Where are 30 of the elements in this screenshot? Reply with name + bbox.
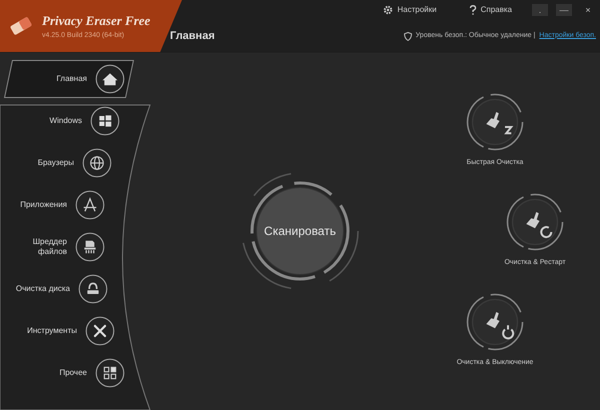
settings-icon <box>383 5 394 15</box>
sidebar-item[interactable]: Windows <box>4 102 120 140</box>
app-title: Privacy Eraser Free <box>42 12 150 30</box>
letter-a-icon <box>75 190 105 220</box>
globe-icon <box>82 148 112 178</box>
shield-icon <box>404 32 412 40</box>
broom-icon <box>465 92 525 152</box>
minimize-button[interactable]: — <box>556 4 572 16</box>
sidebar-item[interactable]: Инструменты <box>0 312 115 350</box>
grid-icon <box>95 358 125 388</box>
help-icon <box>468 5 477 15</box>
scan-button[interactable]: Сканировать <box>256 187 344 275</box>
help-button[interactable]: Справка <box>456 4 524 16</box>
page-title: Главная <box>170 28 215 44</box>
sidebar-item[interactable]: Приложения <box>0 186 105 224</box>
sidebar-item[interactable]: Браузеры <box>0 144 112 182</box>
shredder-icon <box>75 232 105 262</box>
tools-icon <box>85 316 115 346</box>
sidebar-item[interactable]: Очистка диска <box>0 270 108 308</box>
broom-icon <box>465 292 525 352</box>
settings-button[interactable]: Настройки <box>371 4 449 16</box>
sidebar-item[interactable]: Шреддер файлов <box>0 228 105 266</box>
windows-icon <box>90 106 120 136</box>
home-icon <box>95 64 125 94</box>
close-button[interactable]: × <box>580 4 596 16</box>
window-menu-button[interactable]: . <box>532 4 548 16</box>
sidebar-item[interactable]: Главная <box>4 60 134 98</box>
magnet-icon <box>78 274 108 304</box>
sidebar-item[interactable]: Прочее <box>9 354 125 392</box>
broom-icon <box>505 192 565 252</box>
